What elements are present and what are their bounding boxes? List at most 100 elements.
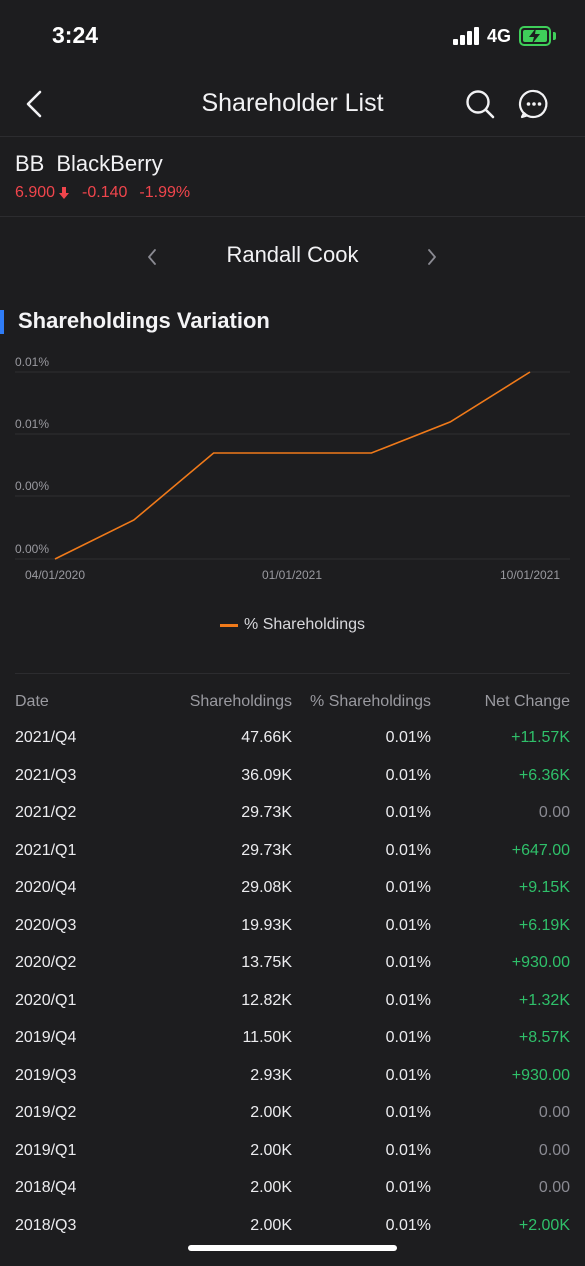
table-row[interactable]: 2019/Q4 11.50K 0.01% +8.57K bbox=[0, 1019, 585, 1057]
row-date: 2019/Q4 bbox=[15, 1029, 77, 1046]
stock-change: -0.140 bbox=[82, 184, 128, 201]
holder-name: Randall Cook bbox=[226, 242, 359, 267]
row-pct-shareholdings: 0.01% bbox=[385, 1179, 431, 1196]
row-shareholdings: 47.66K bbox=[241, 729, 292, 746]
table-row[interactable]: 2019/Q3 2.93K 0.01% +930.00 bbox=[0, 1057, 585, 1095]
y-tick-label: 0.01% bbox=[15, 417, 49, 431]
row-net-change: +930.00 bbox=[511, 1066, 570, 1084]
row-date: 2019/Q2 bbox=[15, 1104, 77, 1121]
table-row[interactable]: 2021/Q3 36.09K 0.01% +6.36K bbox=[0, 757, 585, 795]
holder-switcher: Randall Cook bbox=[0, 228, 585, 284]
chat-bubble-icon[interactable] bbox=[518, 88, 550, 120]
nav-bar: Shareholder List bbox=[0, 72, 585, 137]
row-date: 2020/Q3 bbox=[15, 916, 77, 934]
row-pct-shareholdings: 0.01% bbox=[385, 766, 431, 784]
row-net-change: +930.00 bbox=[511, 954, 570, 971]
row-net-change: +6.36K bbox=[518, 766, 570, 784]
row-date: 2020/Q2 bbox=[15, 954, 77, 971]
status-bar: 3:24 4G bbox=[0, 0, 585, 72]
row-pct-shareholdings: 0.01% bbox=[385, 1029, 431, 1046]
stock-ticker: BB bbox=[15, 151, 45, 176]
home-indicator[interactable] bbox=[188, 1245, 397, 1251]
table-row[interactable]: 2018/Q3 2.00K 0.01% +2.00K bbox=[0, 1207, 585, 1245]
row-shareholdings: 29.08K bbox=[241, 879, 292, 896]
row-net-change: +1.32K bbox=[518, 991, 570, 1009]
row-pct-shareholdings: 0.01% bbox=[385, 1066, 431, 1084]
row-shareholdings: 2.00K bbox=[250, 1216, 292, 1234]
header-net-change: Net Change bbox=[484, 693, 570, 710]
chart-legend: % Shareholdings bbox=[0, 614, 585, 636]
row-net-change: +2.00K bbox=[518, 1216, 570, 1234]
divider bbox=[15, 673, 570, 674]
row-date: 2018/Q4 bbox=[15, 1179, 77, 1196]
row-shareholdings: 2.00K bbox=[250, 1179, 292, 1196]
header-shareholdings: Shareholdings bbox=[189, 693, 292, 710]
row-shareholdings: 36.09K bbox=[241, 766, 292, 784]
row-net-change: 0.00 bbox=[538, 804, 570, 821]
stock-change-pct: -1.99% bbox=[139, 184, 191, 201]
y-tick-label: 0.01% bbox=[15, 355, 49, 369]
stock-header: BB BlackBerry 6.900 -0.140 -1.99% bbox=[0, 137, 585, 217]
table-row[interactable]: 2021/Q4 47.66K 0.01% +11.57K bbox=[0, 719, 585, 757]
status-time: 3:24 bbox=[52, 22, 99, 48]
search-icon[interactable] bbox=[464, 88, 496, 120]
row-shareholdings: 29.73K bbox=[241, 804, 292, 821]
signal-icon bbox=[453, 27, 481, 45]
table-row[interactable]: 2020/Q2 13.75K 0.01% +930.00 bbox=[0, 944, 585, 982]
chevron-right-icon[interactable] bbox=[424, 246, 440, 268]
row-pct-shareholdings: 0.01% bbox=[385, 991, 431, 1009]
table-header: Date Shareholdings % Shareholdings Net C… bbox=[0, 683, 585, 719]
down-arrow-icon bbox=[59, 187, 70, 199]
row-net-change: 0.00 bbox=[538, 1141, 570, 1159]
row-pct-shareholdings: 0.01% bbox=[385, 1104, 431, 1121]
row-date: 2021/Q4 bbox=[15, 729, 77, 746]
table-row[interactable]: 2020/Q4 29.08K 0.01% +9.15K bbox=[0, 869, 585, 907]
row-shareholdings: 29.73K bbox=[241, 841, 292, 859]
row-net-change: +6.19K bbox=[518, 916, 570, 934]
row-pct-shareholdings: 0.01% bbox=[385, 916, 431, 934]
network-label: 4G bbox=[487, 26, 512, 46]
row-net-change: 0.00 bbox=[538, 1104, 570, 1121]
header-date: Date bbox=[15, 693, 49, 710]
x-tick-label: 01/01/2021 bbox=[262, 568, 322, 582]
table-row[interactable]: 2021/Q1 29.73K 0.01% +647.00 bbox=[0, 832, 585, 870]
table-row[interactable]: 2019/Q1 2.00K 0.01% 0.00 bbox=[0, 1132, 585, 1170]
row-shareholdings: 2.00K bbox=[250, 1104, 292, 1121]
row-net-change: +9.15K bbox=[518, 879, 570, 896]
row-date: 2021/Q3 bbox=[15, 766, 77, 784]
row-pct-shareholdings: 0.01% bbox=[385, 1216, 431, 1234]
row-date: 2021/Q2 bbox=[15, 804, 77, 821]
section-accent-bar bbox=[0, 310, 4, 334]
table-row[interactable]: 2021/Q2 29.73K 0.01% 0.00 bbox=[0, 794, 585, 832]
table-row[interactable]: 2020/Q3 19.93K 0.01% +6.19K bbox=[0, 907, 585, 945]
table-row[interactable]: 2019/Q2 2.00K 0.01% 0.00 bbox=[0, 1094, 585, 1132]
row-shareholdings: 12.82K bbox=[241, 991, 292, 1009]
row-date: 2019/Q1 bbox=[15, 1141, 77, 1159]
battery-tip bbox=[553, 32, 556, 40]
stock-company-name: BlackBerry bbox=[56, 151, 163, 176]
row-shareholdings: 11.50K bbox=[242, 1029, 292, 1046]
legend-swatch bbox=[220, 623, 239, 627]
page-title: Shareholder List bbox=[201, 89, 384, 117]
y-tick-label: 0.00% bbox=[15, 542, 49, 556]
stock-name-row: BB BlackBerry bbox=[15, 151, 163, 177]
x-tick-label: 04/01/2020 bbox=[25, 568, 85, 582]
row-pct-shareholdings: 0.01% bbox=[385, 729, 431, 746]
row-date: 2019/Q3 bbox=[15, 1066, 77, 1084]
y-tick-label: 0.00% bbox=[15, 479, 49, 493]
row-pct-shareholdings: 0.01% bbox=[385, 879, 431, 896]
shareholdings-line-chart: 0.01% 0.01% 0.00% 0.00% 04/01/2020 01/01/2021… bbox=[15, 355, 570, 582]
section-title: Shareholdings Variation bbox=[18, 308, 270, 333]
row-net-change: +11.57K bbox=[511, 729, 570, 746]
row-shareholdings: 2.93K bbox=[250, 1066, 292, 1084]
table-row[interactable]: 2018/Q4 2.00K 0.01% 0.00 bbox=[0, 1169, 585, 1207]
row-date: 2018/Q3 bbox=[15, 1216, 77, 1234]
row-net-change: +8.57K bbox=[518, 1029, 570, 1046]
row-shareholdings: 19.93K bbox=[241, 916, 292, 934]
stock-price: 6.900 bbox=[15, 184, 56, 201]
series-line bbox=[54, 371, 531, 560]
row-date: 2021/Q1 bbox=[15, 841, 77, 859]
table-row[interactable]: 2020/Q1 12.82K 0.01% +1.32K bbox=[0, 982, 585, 1020]
row-date: 2020/Q1 bbox=[15, 991, 77, 1009]
row-pct-shareholdings: 0.01% bbox=[385, 841, 431, 859]
